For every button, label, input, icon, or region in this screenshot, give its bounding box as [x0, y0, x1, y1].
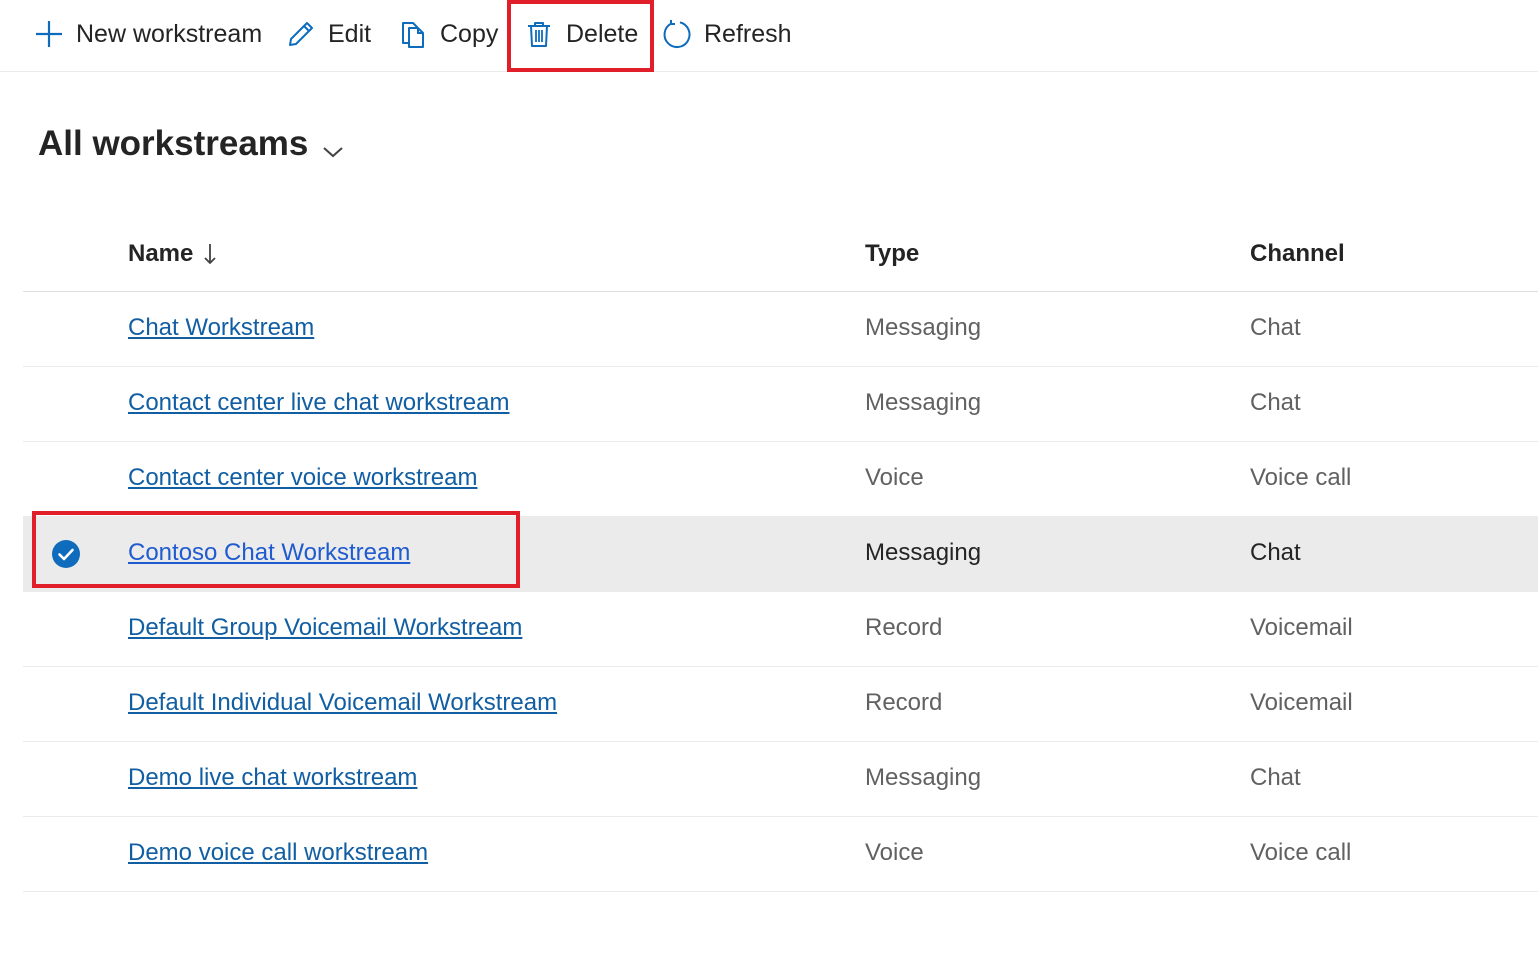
refresh-button[interactable]: Refresh: [660, 10, 792, 58]
checkmark-circle-icon[interactable]: [51, 539, 81, 569]
workstreams-grid: Name Type Channel Chat Workstream Messag…: [23, 218, 1538, 892]
row-type: Record: [865, 689, 943, 716]
sort-down-icon: [203, 243, 217, 265]
table-row[interactable]: Contact center live chat workstream Mess…: [23, 367, 1538, 442]
row-channel: Chat: [1250, 539, 1301, 566]
table-row[interactable]: Demo voice call workstream Voice Voice c…: [23, 817, 1538, 892]
refresh-label: Refresh: [704, 19, 792, 48]
column-header-name-label: Name: [128, 240, 194, 267]
refresh-icon: [660, 17, 694, 51]
copy-label: Copy: [440, 19, 499, 48]
new-workstream-button[interactable]: New workstream: [32, 10, 262, 58]
edit-icon: [284, 17, 318, 51]
chevron-down-icon: [322, 128, 344, 168]
row-type: Voice: [865, 839, 924, 866]
row-name-link[interactable]: Default Individual Voicemail Workstream: [128, 689, 557, 717]
table-row[interactable]: Contact center voice workstream Voice Vo…: [23, 442, 1538, 517]
table-row[interactable]: Default Group Voicemail Workstream Recor…: [23, 592, 1538, 667]
table-row[interactable]: Demo live chat workstream Messaging Chat: [23, 742, 1538, 817]
add-icon: [32, 17, 66, 51]
delete-button[interactable]: Delete: [522, 10, 638, 58]
row-type: Messaging: [865, 764, 982, 791]
table-row[interactable]: Default Individual Voicemail Workstream …: [23, 667, 1538, 742]
edit-button[interactable]: Edit: [284, 10, 371, 58]
delete-icon: [522, 17, 556, 51]
row-name-link[interactable]: Default Group Voicemail Workstream: [128, 614, 522, 642]
row-channel: Chat: [1250, 764, 1301, 791]
grid-header: Name Type Channel: [23, 218, 1538, 292]
table-row-selected[interactable]: Contoso Chat Workstream Messaging Chat: [23, 517, 1538, 592]
row-name-link[interactable]: Demo live chat workstream: [128, 764, 417, 792]
row-type: Messaging: [865, 539, 982, 566]
row-channel: Voice call: [1250, 464, 1352, 491]
row-channel: Chat: [1250, 389, 1301, 416]
command-bar: New workstream Edit Copy Delete Refresh: [0, 0, 1538, 72]
copy-button[interactable]: Copy: [396, 10, 498, 58]
view-selector[interactable]: All workstreams: [38, 120, 344, 168]
delete-label: Delete: [566, 19, 639, 48]
edit-label: Edit: [328, 19, 372, 48]
row-channel: Voicemail: [1250, 614, 1353, 641]
row-type: Messaging: [865, 389, 982, 416]
table-row[interactable]: Chat Workstream Messaging Chat: [23, 292, 1538, 367]
copy-icon: [396, 17, 430, 51]
column-header-name[interactable]: Name: [128, 240, 217, 268]
row-type: Messaging: [865, 314, 982, 341]
page-title: All workstreams: [38, 124, 309, 163]
row-name-link[interactable]: Contact center live chat workstream: [128, 389, 509, 417]
row-type: Voice: [865, 464, 924, 491]
column-header-type[interactable]: Type: [865, 240, 919, 268]
row-name-link[interactable]: Demo voice call workstream: [128, 839, 428, 867]
new-workstream-label: New workstream: [76, 19, 263, 48]
row-channel: Voice call: [1250, 839, 1352, 866]
row-name-link[interactable]: Contact center voice workstream: [128, 464, 477, 492]
row-name-link[interactable]: Chat Workstream: [128, 314, 314, 342]
row-type: Record: [865, 614, 943, 641]
row-name-link[interactable]: Contoso Chat Workstream: [128, 539, 410, 567]
column-header-channel[interactable]: Channel: [1250, 240, 1345, 268]
row-channel: Chat: [1250, 314, 1301, 341]
row-channel: Voicemail: [1250, 689, 1353, 716]
